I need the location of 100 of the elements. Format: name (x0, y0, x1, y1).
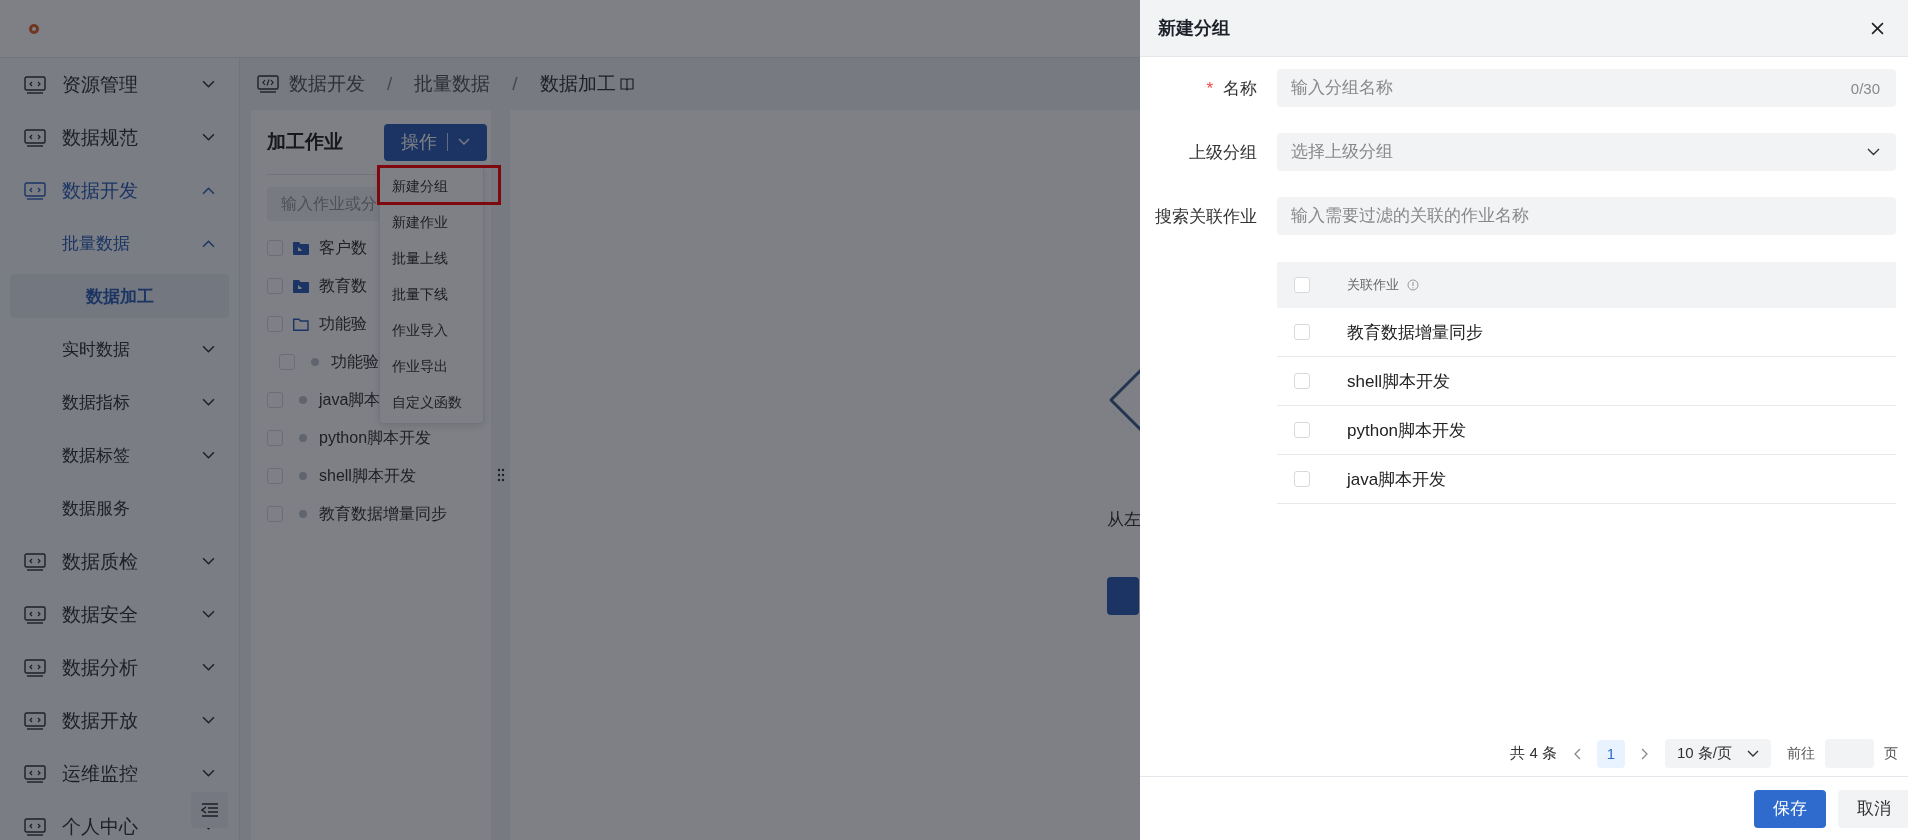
next-page-icon[interactable] (1641, 747, 1649, 760)
chevron-icon (202, 663, 215, 672)
goto-label: 前往 (1787, 744, 1815, 763)
breadcrumb-link[interactable]: 数据加工 (539, 71, 616, 97)
book-icon (619, 77, 634, 91)
menu-item[interactable]: 作业导入 (380, 313, 483, 349)
menu-item[interactable]: 数据安全 (0, 588, 239, 641)
status-dot (299, 434, 307, 442)
monitor-icon (24, 181, 46, 200)
total-count: 共 4 条 (1510, 744, 1557, 763)
menu-item[interactable]: 作业导出 (380, 349, 483, 385)
panel-title: 加工作业 (267, 130, 343, 154)
monitor-icon (24, 817, 46, 836)
table-cell-text: java脚本开发 (1347, 468, 1447, 491)
chevron-icon (202, 769, 215, 778)
action-button[interactable]: 操作 (384, 123, 487, 161)
menu-item[interactable]: 实时数据 (0, 323, 239, 376)
close-icon[interactable] (1871, 21, 1884, 35)
cancel-button[interactable]: 取消 (1838, 789, 1908, 828)
empty-state-text: 从左 (1107, 509, 1141, 531)
checkbox[interactable] (1294, 324, 1310, 340)
drawer-title: 新建分组 (1158, 17, 1230, 40)
chevron-icon (1747, 749, 1759, 758)
drag-handle-icon[interactable] (496, 468, 505, 482)
chevron-icon (202, 716, 215, 725)
menu-item[interactable]: 数据规范 (0, 111, 239, 164)
input-field[interactable]: 输入分组名称 0/30 (1277, 69, 1896, 107)
page-number[interactable]: 1 (1597, 739, 1625, 768)
monitor-icon (24, 75, 46, 94)
menu-item[interactable]: 运维监控 (0, 747, 239, 800)
tree-item[interactable]: 功能验 (319, 313, 367, 335)
chevron-icon (202, 133, 215, 142)
menu-item[interactable]: 自定义函数 (380, 385, 483, 421)
status-dot (299, 396, 307, 404)
chevron-icon (202, 239, 215, 248)
code-icon (257, 75, 279, 93)
menu-item[interactable]: 数据质检 (0, 535, 239, 588)
caret-icon (458, 138, 470, 146)
field-label: 上级分组 (1188, 141, 1257, 164)
page-size-select[interactable]: 10 条/页 (1665, 739, 1771, 768)
primary-button[interactable] (1107, 577, 1139, 615)
menu-item[interactable]: 资源管理 (0, 58, 239, 111)
tree-item[interactable]: shell脚本开发 (319, 465, 416, 487)
breadcrumb-separator: / (512, 73, 518, 95)
tree-item[interactable]: python脚本开发 (319, 427, 432, 449)
save-button[interactable]: 保存 (1754, 789, 1826, 828)
menu-item[interactable]: 批量下线 (380, 277, 483, 313)
menu-item[interactable]: 批量上线 (380, 241, 483, 277)
breadcrumb-link[interactable]: 批量数据 (414, 71, 491, 97)
monitor-icon (24, 711, 46, 730)
checkbox[interactable] (1294, 471, 1310, 487)
tree-item[interactable]: 客户数 (319, 237, 367, 259)
tree-item[interactable]: 功能验 (331, 351, 379, 373)
table-cell-text: 教育数据增量同步 (1347, 321, 1483, 344)
table-cell-text: python脚本开发 (1347, 419, 1467, 442)
chevron-icon (202, 345, 215, 354)
field-label: 搜索关联作业 (1154, 205, 1257, 228)
collapse-icon (200, 803, 219, 817)
monitor-icon (24, 605, 46, 624)
tree-item[interactable]: 教育数据增量同步 (319, 503, 447, 525)
tree-item[interactable]: java脚本 (319, 389, 381, 411)
table-cell-text: shell脚本开发 (1347, 370, 1450, 393)
menu-item[interactable]: 数据开发 (0, 164, 239, 217)
menu-item[interactable]: 数据分析 (0, 641, 239, 694)
collapse-button[interactable] (191, 792, 228, 828)
menu-item[interactable]: 个人中心 (0, 800, 239, 840)
menu-item[interactable]: 数据指标 (0, 376, 239, 429)
logo-icon (28, 22, 40, 35)
breadcrumb-link[interactable]: 数据开发 (289, 71, 365, 97)
breadcrumb-separator: / (387, 73, 393, 95)
column-header: 关联作业 (1347, 276, 1399, 294)
menu-item[interactable]: 数据加工 (10, 274, 229, 318)
menu-item[interactable]: 数据标签 (0, 429, 239, 482)
monitor-icon (24, 128, 46, 147)
chevron-icon (202, 557, 215, 566)
menu-item[interactable]: 数据开放 (0, 694, 239, 747)
previous-page-icon[interactable] (1573, 747, 1581, 760)
chevron-icon (202, 610, 215, 619)
monitor-icon (24, 764, 46, 783)
status-dot (299, 510, 307, 518)
status-dot (299, 472, 307, 480)
field-label: * 名称 (1205, 77, 1257, 100)
checkbox[interactable] (1294, 422, 1310, 438)
info-icon (1407, 279, 1419, 291)
chevron-icon (202, 451, 215, 460)
menu-item[interactable]: 批量数据 (0, 217, 239, 270)
menu-item[interactable]: 数据服务 (0, 482, 239, 535)
input-field[interactable]: 输入分组名称 (1277, 69, 1851, 107)
page-suffix: 页 (1884, 744, 1898, 763)
checkbox[interactable] (1294, 373, 1310, 389)
checkbox[interactable] (1294, 277, 1310, 293)
monitor-icon (24, 552, 46, 571)
status-dot (311, 358, 319, 366)
chevron-icon (202, 80, 215, 89)
chevron-icon (1867, 148, 1880, 156)
tree-item[interactable]: 教育数 (319, 275, 367, 297)
char-counter: 0/30 (1850, 79, 1880, 97)
chevron-icon (202, 186, 215, 195)
chevron-icon (202, 398, 215, 407)
required-mark: * (1206, 78, 1213, 98)
